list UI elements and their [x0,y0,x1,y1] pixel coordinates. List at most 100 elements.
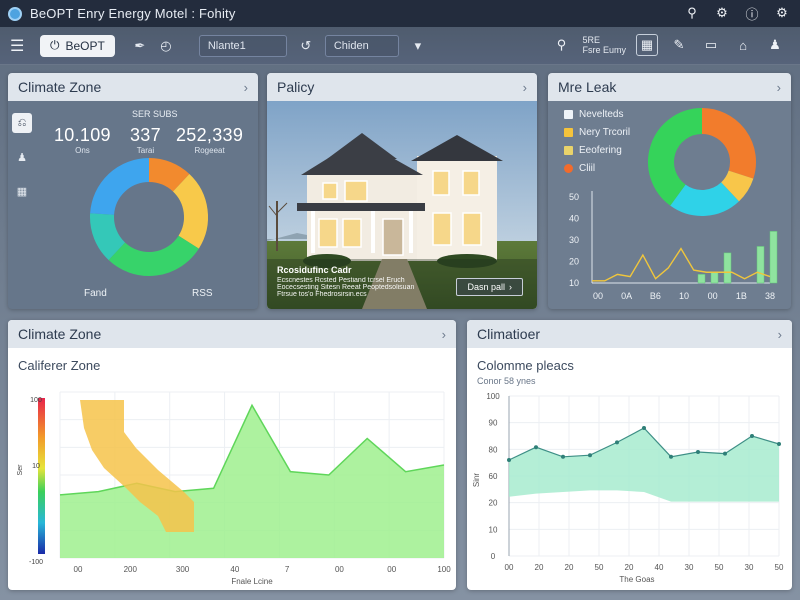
policy-panel: Palicy › Rcosidufinc Cadr Ecscnestes Rcs… [267,73,537,309]
gear-icon[interactable]: ⚙ [714,5,730,21]
y-tick-label: 20 [569,257,579,267]
clock-icon[interactable]: ◴ [153,38,179,54]
climatioer-point [507,458,511,462]
search-icon[interactable]: ⚲ [550,34,572,56]
x-tick-label: 40 [230,565,239,574]
x-tick-label: 00 [505,563,514,572]
caption-line: Ftrsue tos'o Fhedrosirsin.ecs [277,291,367,298]
chevron-down-icon[interactable]: ▾ [405,38,431,54]
x-tick-label: 300 [176,565,190,574]
pen-icon[interactable]: ✒ [127,38,153,54]
policy-header: Palicy › [267,73,537,101]
climate-donut-slice [90,158,150,216]
climatioer-point [723,451,727,456]
chevron-right-icon[interactable]: › [523,80,527,95]
climate-zone-area-chart: 100 10 -100 Ser 00 200 300 40 7 00 00 100 Fnale Lcin… [17,391,451,586]
stack-label-line-1: 5RE [582,35,600,45]
x-tick-label: 0A [621,291,632,301]
toolbar-field-1[interactable]: Nlante1 [198,34,287,57]
stack-label-line-2: Fsre Eumy [582,45,626,55]
settings-icon[interactable]: ⚙ [774,5,790,21]
leak-charts: 50 40 30 20 10 00 0A B6 10 00 1B 38 [569,108,778,301]
climatioer-area-chart: 10090806020100Sinr00 20 20 50 20 40 30 50 30 50Th… [472,392,784,584]
leak-bar [723,252,732,284]
climatioer-point [588,453,592,458]
climatioer-point [561,454,565,459]
y-tick-label: 100 [486,392,500,401]
x-tick-label: 00 [74,565,83,574]
y-tick-label: 40 [569,214,579,224]
help-icon[interactable]: ⓘ [744,5,760,22]
leak-donut-slice [648,108,703,206]
leak-bar [697,274,706,284]
climatioer-point [777,442,781,446]
x-tick-label: 30 [745,563,754,572]
caption-line: Ecscnestes Rcsted Pestiand tcrsel Eruch [277,277,405,284]
button-label: Dasn pall [467,282,505,292]
monitor-icon[interactable]: ▭ [700,34,722,56]
x-tick-label: 100 [437,565,451,574]
back-arrow-icon[interactable]: ↺ [293,38,319,54]
y-tick-label: 10 [489,525,498,534]
x-tick-label: 200 [124,565,138,574]
y-tick-label: 30 [569,235,579,245]
climate-donut-slice [148,158,190,192]
x-axis-label: The Goas [619,575,654,584]
leak-donut-slice [720,169,754,202]
pencil-icon[interactable]: ✎ [668,34,690,56]
scale-top-label: 100 [30,397,42,404]
user-icon[interactable]: ♟ [764,34,786,56]
toolbar-field-1-value: Nlante1 [207,39,246,52]
x-tick-label: B6 [650,291,661,301]
climatioer-point [615,440,619,445]
leak-donut-slice [701,108,756,179]
scale-axis-label: Ser [17,464,24,476]
scale-bottom-label: -100 [29,559,43,566]
window-title: BeOPT Enry Energy Motel : Fohity [30,6,236,21]
app-home-button[interactable]: ⏻ BeOPT [40,34,115,57]
title-bar: BeOPT Enry Energy Motel : Fohity ⚲ ⚙ ⓘ ⚙ [0,0,800,27]
title-bar-icons: ⚲ ⚙ ⓘ ⚙ [684,5,790,22]
y-tick-label: 90 [489,419,498,428]
x-tick-label: 40 [655,563,664,572]
y-tick-label: 20 [489,499,498,508]
home-icon[interactable]: ⌂ [732,34,754,56]
toolbar-field-2-value: Chiden [333,39,369,52]
climate-donut-slice [108,235,199,276]
leak-bar [710,272,719,284]
x-tick-label: 1B [736,291,747,301]
donut-foot-right: RSS [192,288,213,299]
x-axis-label: Fnale Lcine [231,577,273,586]
x-tick-label: 00 [335,565,344,574]
climate-donut-chart [90,158,208,276]
climatioer-area [509,428,779,502]
x-tick-label: 50 [595,563,604,572]
climate-zone-map-panel: Climate Zone › Califerer Zone 100 10 -100 S… [8,320,456,590]
caption-title: Rcosidufinc Cadr [277,265,352,275]
climatioer-point [750,434,754,438]
toolbar: ☰ ⏻ BeOPT ✒ ◴ Nlante1 ↺ Chiden ▾ ⚲ 5RE F… [0,27,800,65]
house-caption: Rcosidufinc Cadr Ecscnestes Rcsted Pesti… [277,265,414,298]
y-tick-label: 10 [569,278,579,288]
toolbar-field-2[interactable]: Chiden [324,34,399,57]
climatioer-panel: Climatioer › Colomme pleacs Conor 58 yne… [467,320,792,590]
x-tick-label: 7 [285,565,290,574]
policy-details-button[interactable]: Dasn pall › [456,278,523,296]
search-icon[interactable]: ⚲ [684,5,700,21]
app-button-label: BeOPT [65,38,105,53]
x-tick-label: 20 [565,563,574,572]
color-scale-bar [38,398,45,554]
climatioer-point [534,445,538,450]
x-tick-label: 50 [775,563,784,572]
x-tick-label: 20 [625,563,634,572]
hamburger-menu-icon[interactable]: ☰ [10,36,28,56]
y-tick-label: 60 [489,472,498,481]
leak-bar [769,231,778,284]
leak-line [592,247,771,282]
x-tick-label: 50 [715,563,724,572]
image-icon[interactable]: ▦ [636,34,658,56]
climate-donut-slice [172,173,208,249]
scale-mid-label: 10 [32,463,40,470]
y-tick-label: 50 [569,192,579,202]
donut-foot-left: Fand [84,288,107,299]
